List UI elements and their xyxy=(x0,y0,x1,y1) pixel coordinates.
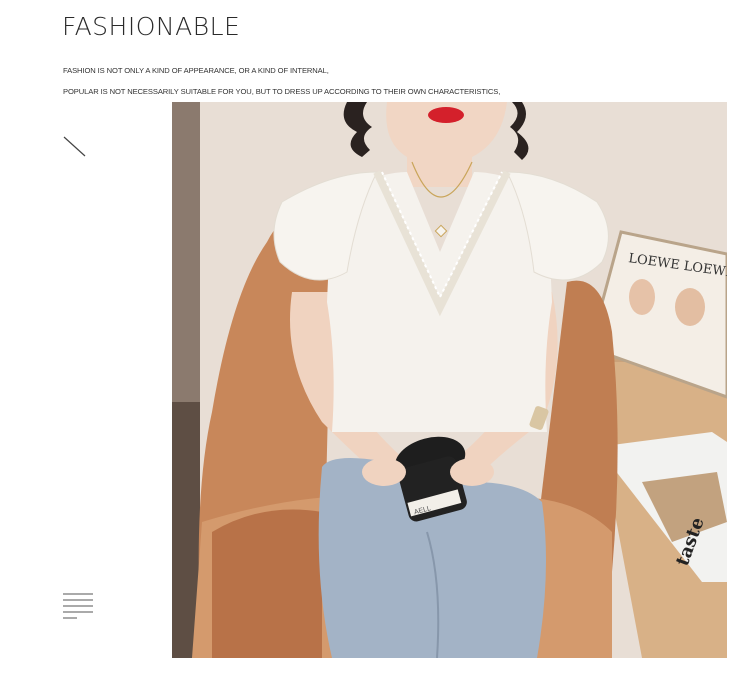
caption-line-1: FASHION IS NOT ONLY A KIND OF APPEARANCE… xyxy=(63,66,329,75)
page-title: FASHIONABLE xyxy=(62,12,241,41)
product-photo: LOEWE LOEWE taste AELL xyxy=(172,102,727,658)
caption-line-2: POPULAR IS NOT NECESSARILY SUITABLE FOR … xyxy=(63,87,501,96)
diagonal-line-icon xyxy=(63,136,86,157)
lines-icon xyxy=(63,593,93,619)
lips xyxy=(428,107,464,123)
